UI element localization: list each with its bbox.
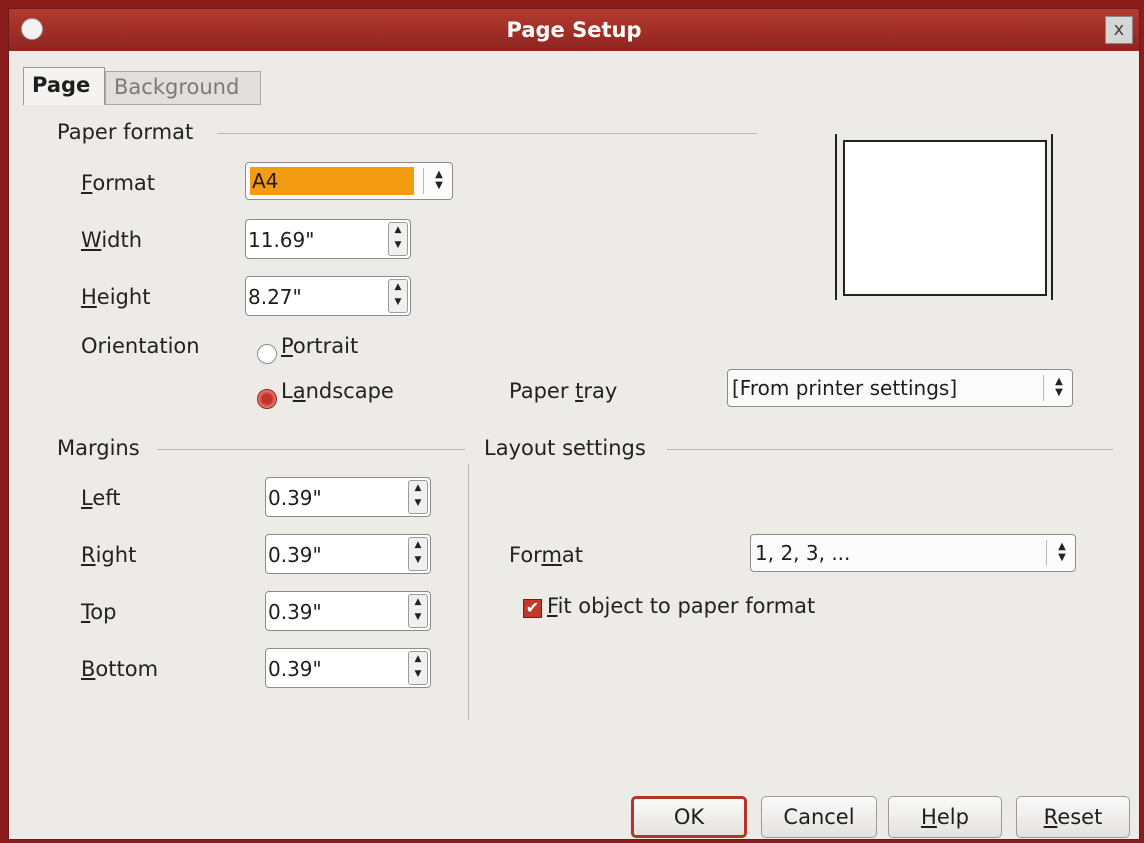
layout-settings-heading: Layout settings (484, 436, 646, 460)
margins-heading: Margins (57, 436, 140, 460)
top-label-mnemonic: T (81, 600, 91, 624)
window-title: Page Setup (506, 18, 642, 42)
tab-page[interactable]: Page (23, 67, 105, 105)
landscape-label-mnemonic: a (292, 379, 306, 403)
height-value: 8.27" (248, 285, 302, 309)
width-label-text: idth (101, 228, 143, 252)
left-label-mnemonic: L (81, 486, 93, 510)
right-label-text: ight (95, 543, 137, 567)
left-margin-value: 0.39" (268, 486, 322, 510)
fit-object-label-text: it object to paper format (557, 594, 816, 618)
bottom-margin-label: Bottom (81, 657, 158, 681)
portrait-radio[interactable] (257, 344, 277, 364)
help-button-mnemonic: H (921, 805, 937, 829)
ok-button[interactable]: OK (631, 796, 747, 838)
top-margin-spinbox[interactable]: 0.39" ▲ ▼ (265, 591, 431, 631)
bottom-label-mnemonic: B (81, 657, 96, 681)
bottom-margin-spin-buttons[interactable]: ▲ ▼ (408, 651, 428, 685)
paper-tray-label-pre: Paper (509, 379, 576, 403)
updown-arrows-icon: ▲ ▼ (1055, 376, 1063, 398)
format-label-mnemonic: F (81, 171, 93, 195)
right-label-mnemonic: R (81, 543, 96, 567)
layout-settings-divider (667, 449, 1113, 450)
paper-tray-label-text: ray (583, 379, 618, 403)
height-spinbox[interactable]: 8.27" ▲ ▼ (245, 276, 411, 316)
reset-button-mnemonic: R (1043, 805, 1058, 829)
paper-tray-select[interactable]: [From printer settings] ▲ ▼ (727, 369, 1073, 407)
top-margin-spin-buttons[interactable]: ▲ ▼ (408, 594, 428, 628)
column-divider (468, 464, 469, 720)
width-value: 11.69" (248, 228, 315, 252)
right-margin-value: 0.39" (268, 543, 322, 567)
title-bar[interactable]: Page Setup x (9, 9, 1139, 51)
help-button[interactable]: Help (888, 796, 1002, 838)
landscape-radio[interactable] (257, 389, 277, 409)
bottom-label-text: ottom (95, 657, 159, 681)
orientation-label: Orientation (81, 334, 200, 358)
fit-object-label[interactable]: Fit object to paper format (547, 594, 815, 618)
height-label-text: eight (96, 285, 151, 309)
format-select[interactable]: A4 ▲ ▼ (245, 162, 453, 200)
paper-format-divider (217, 133, 757, 134)
updown-arrows-icon: ▲ ▼ (435, 169, 443, 191)
cancel-button[interactable]: Cancel (761, 796, 877, 838)
fit-object-label-mnemonic: F (547, 594, 558, 618)
layout-format-label-mnemonic: m (541, 543, 562, 567)
tab-background[interactable]: Background (105, 71, 261, 105)
left-margin-spinbox[interactable]: 0.39" ▲ ▼ (265, 477, 431, 517)
top-label-text: op (90, 600, 117, 624)
page-preview-sheet (843, 140, 1047, 296)
page-setup-dialog: Page Setup x Page Background Paper forma… (8, 8, 1140, 840)
width-spinbox[interactable]: 11.69" ▲ ▼ (245, 219, 411, 259)
height-label-mnemonic: H (81, 285, 97, 309)
layout-format-select[interactable]: 1, 2, 3, ... ▲ ▼ (750, 534, 1076, 572)
bottom-margin-value: 0.39" (268, 657, 322, 681)
height-spin-buttons[interactable]: ▲ ▼ (388, 279, 408, 313)
layout-format-label-text: at (561, 543, 584, 567)
layout-format-value: 1, 2, 3, ... (755, 541, 851, 565)
left-margin-spin-buttons[interactable]: ▲ ▼ (408, 480, 428, 514)
portrait-label-mnemonic: P (281, 334, 293, 358)
top-margin-label: Top (81, 600, 116, 624)
close-button[interactable]: x (1105, 16, 1133, 44)
portrait-label-text: ortrait (292, 334, 359, 358)
paper-format-heading: Paper format (57, 120, 194, 144)
landscape-label-pre: L (281, 379, 293, 403)
paper-tray-label: Paper tray (509, 379, 617, 403)
right-margin-spin-buttons[interactable]: ▲ ▼ (408, 537, 428, 571)
width-label-mnemonic: W (81, 228, 102, 252)
fit-object-checkbox[interactable]: ✔ (523, 599, 542, 618)
landscape-label[interactable]: Landscape (281, 379, 394, 403)
layout-format-separator (1046, 540, 1047, 566)
bottom-margin-spinbox[interactable]: 0.39" ▲ ▼ (265, 648, 431, 688)
layout-format-label-pre: For (509, 543, 542, 567)
reset-button[interactable]: Reset (1016, 796, 1130, 838)
right-margin-spinbox[interactable]: 0.39" ▲ ▼ (265, 534, 431, 574)
width-spin-buttons[interactable]: ▲ ▼ (388, 222, 408, 256)
left-label-text: eft (92, 486, 121, 510)
layout-format-label: Format (509, 543, 583, 567)
reset-button-text: eset (1057, 805, 1103, 829)
portrait-label[interactable]: Portrait (281, 334, 358, 358)
tab-panel-page: Paper format Format A4 ▲ ▼ Width 11.69" ▲… (17, 104, 1133, 764)
right-margin-label: Right (81, 543, 136, 567)
page-preview (835, 134, 1053, 300)
height-label: Height (81, 285, 150, 309)
format-label-text: ormat (92, 171, 156, 195)
landscape-label-text: ndscape (305, 379, 394, 403)
updown-arrows-icon: ▲ ▼ (1058, 541, 1066, 563)
width-label: Width (81, 228, 142, 252)
paper-tray-separator (1043, 375, 1044, 401)
margins-divider (157, 449, 465, 450)
help-button-text: elp (936, 805, 969, 829)
format-select-value: A4 (252, 169, 279, 193)
format-label: Format (81, 171, 155, 195)
top-margin-value: 0.39" (268, 600, 322, 624)
left-margin-label: Left (81, 486, 121, 510)
paper-tray-value: [From printer settings] (732, 376, 958, 400)
format-select-separator (423, 168, 424, 194)
